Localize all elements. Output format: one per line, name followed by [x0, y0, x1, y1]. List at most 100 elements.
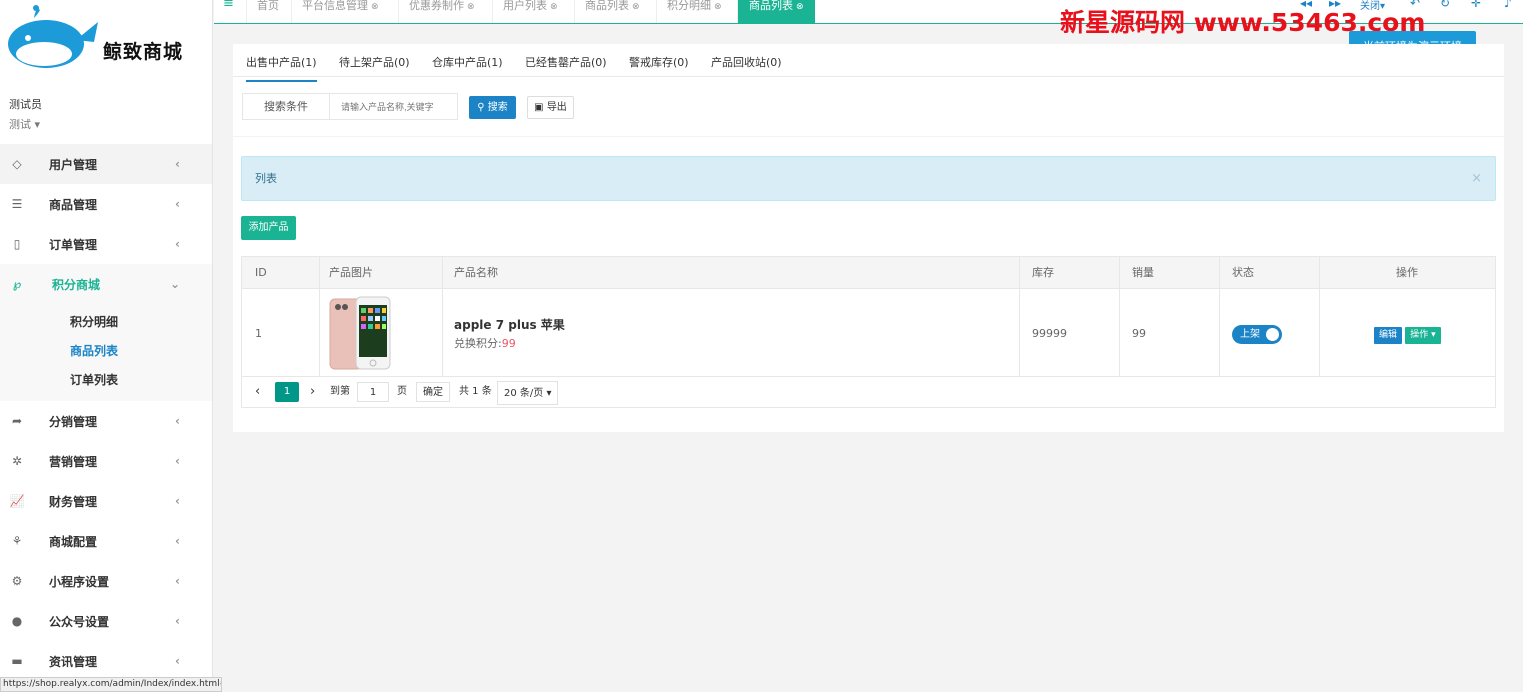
- chevron-left-icon: ‹: [175, 534, 180, 548]
- sidebar-item-points-mall[interactable]: ℘ 积分商城 ⌄: [0, 264, 212, 304]
- sidebar-item-news[interactable]: ▬ 资讯管理 ‹: [0, 641, 212, 681]
- caret-down-icon: ▾: [1428, 330, 1436, 340]
- wechat-icon: ●: [11, 614, 23, 628]
- close-icon[interactable]: ⊗: [550, 2, 558, 12]
- toggle-knob: [1266, 328, 1279, 341]
- logo[interactable]: 鲸致商城: [6, 4, 206, 70]
- product-status-tabs: 出售中产品(1) 待上架产品(0) 仓库中产品(1) 已经售罄产品(0) 警戒库…: [233, 44, 1504, 82]
- refresh-icon[interactable]: ↻: [1440, 0, 1450, 10]
- page-jump-input[interactable]: 1: [357, 382, 389, 402]
- tab-home[interactable]: 首页: [246, 0, 289, 23]
- edit-button[interactable]: 编辑: [1374, 327, 1402, 344]
- product-table: ID 产品图片 产品名称 库存 销量 状态 操作 1 apple 7 plus …: [241, 256, 1496, 377]
- tab-points-detail[interactable]: 积分明细 ⊗: [656, 0, 732, 23]
- export-button[interactable]: ▣ 导出: [527, 96, 574, 119]
- add-product-button[interactable]: 添加产品: [241, 216, 296, 240]
- sidebar-item-finance[interactable]: 📈 财务管理 ‹: [0, 481, 212, 521]
- col-divider: [442, 257, 443, 377]
- chevron-left-icon: ‹: [175, 494, 180, 508]
- user-role-dropdown[interactable]: 测试 ▾: [9, 116, 42, 132]
- tab-sold-out[interactable]: 已经售罄产品(0): [525, 54, 607, 70]
- sidebar-item-products[interactable]: ☰ 商品管理 ‹: [0, 184, 212, 224]
- total-count: 共 1 条: [459, 386, 492, 397]
- share-icon: ➦: [11, 414, 23, 428]
- product-image[interactable]: [329, 295, 392, 371]
- next-page-icon[interactable]: ›: [310, 382, 315, 402]
- header-sales: 销量: [1132, 257, 1154, 289]
- list-alert: 列表 ×: [241, 156, 1496, 201]
- col-divider: [1019, 257, 1020, 377]
- tab-user-list[interactable]: 用户列表 ⊗: [492, 0, 568, 23]
- cell-stock: 99999: [1032, 326, 1067, 340]
- whale-logo-icon: [8, 5, 98, 68]
- pagination: ‹ 1 › 到第 1 页 确定 共 1 条 20 条/页 ▾: [241, 377, 1496, 408]
- caret-down-icon: ▾: [543, 388, 552, 399]
- tab-low-stock[interactable]: 警戒库存(0): [629, 54, 689, 70]
- save-icon: ▣: [534, 102, 547, 113]
- per-page-select[interactable]: 20 条/页 ▾: [497, 381, 558, 405]
- table-header-bg: [242, 257, 1495, 289]
- page-unit: 页: [397, 386, 407, 397]
- sidebar-item-orders[interactable]: ▯ 订单管理 ‹: [0, 224, 212, 264]
- sidebar-subitem-product-list[interactable]: 商品列表: [0, 337, 212, 366]
- chevron-left-icon: ‹: [175, 614, 180, 628]
- header-image: 产品图片: [329, 257, 373, 289]
- tab-on-sale[interactable]: 出售中产品(1): [246, 54, 317, 82]
- search-input[interactable]: [331, 94, 457, 119]
- menu-toggle-icon[interactable]: ≡: [223, 0, 234, 11]
- search-icon: ⚲: [477, 102, 488, 113]
- page-current[interactable]: 1: [275, 382, 299, 402]
- tab-product-list-active[interactable]: 商品列表 ⊗: [737, 0, 815, 23]
- search-group: 搜索条件: [242, 93, 458, 120]
- sidebar-item-wechat[interactable]: ● 公众号设置 ‹: [0, 601, 212, 641]
- product-name: apple 7 plus 苹果: [454, 317, 565, 332]
- close-icon[interactable]: ⊗: [796, 2, 804, 12]
- header-stock: 库存: [1032, 257, 1054, 289]
- tab-product-list[interactable]: 商品列表 ⊗: [574, 0, 650, 23]
- col-divider: [1219, 257, 1220, 377]
- close-icon[interactable]: ⊗: [632, 2, 640, 12]
- prev-page-icon[interactable]: ‹: [255, 382, 260, 402]
- logo-text: 鲸致商城: [103, 41, 184, 63]
- sidebar-menu: ◇ 用户管理 ‹ ☰ 商品管理 ‹ ▯ 订单管理 ‹ ℘ 积分商城 ⌄ 积分明细…: [0, 144, 212, 681]
- fullscreen-icon[interactable]: ✛: [1471, 0, 1481, 10]
- chevron-left-icon: ‹: [175, 574, 180, 588]
- leaf-icon: ⚘: [11, 534, 23, 548]
- browser-status-url: https://shop.realyx.com/admin/Index/inde…: [0, 677, 222, 692]
- tab-coupon[interactable]: 优惠券制作 ⊗: [398, 0, 485, 23]
- page-confirm-button[interactable]: 确定: [416, 382, 450, 402]
- tab-platform-info[interactable]: 平台信息管理 ⊗: [291, 0, 389, 23]
- search-button[interactable]: ⚲ 搜索: [469, 96, 516, 119]
- tab-warehouse[interactable]: 仓库中产品(1): [432, 54, 503, 70]
- sidebar-item-mall-config[interactable]: ⚘ 商城配置 ‹: [0, 521, 212, 561]
- action-dropdown-button[interactable]: 操作 ▾: [1405, 327, 1441, 344]
- asterisk-icon: ✲: [11, 454, 23, 468]
- chart-icon: 📈: [9, 494, 25, 508]
- close-icon[interactable]: ⊗: [467, 2, 475, 12]
- diamond-icon: ◇: [12, 157, 22, 171]
- header-name: 产品名称: [454, 257, 498, 289]
- chevron-left-icon: ‹: [175, 157, 180, 171]
- alert-close-button[interactable]: ×: [1471, 157, 1482, 200]
- sidebar-item-marketing[interactable]: ✲ 营销管理 ‹: [0, 441, 212, 481]
- bell-icon[interactable]: ♪: [1504, 0, 1512, 10]
- cell-sales: 99: [1132, 326, 1146, 340]
- product-panel: 出售中产品(1) 待上架产品(0) 仓库中产品(1) 已经售罄产品(0) 警戒库…: [233, 44, 1504, 432]
- sidebar-subitem-order-list[interactable]: 订单列表: [0, 366, 212, 395]
- close-icon[interactable]: ⊗: [371, 2, 379, 12]
- col-divider: [319, 257, 320, 377]
- sidebar-item-distribution[interactable]: ➦ 分销管理 ‹: [0, 401, 212, 441]
- col-divider: [1119, 257, 1120, 377]
- status-toggle[interactable]: 上架: [1232, 325, 1282, 344]
- sidebar-subitem-points-detail[interactable]: 积分明细: [0, 308, 212, 337]
- sidebar-item-users[interactable]: ◇ 用户管理 ‹: [0, 144, 212, 184]
- product-points: 兑换积分:99: [454, 336, 516, 350]
- divider: [233, 136, 1504, 137]
- user-profile[interactable]: 测试员 测试 ▾: [9, 96, 42, 132]
- tab-pending[interactable]: 待上架产品(0): [339, 54, 410, 70]
- sidebar-item-miniprogram[interactable]: ⚙ 小程序设置 ‹: [0, 561, 212, 601]
- cell-id: 1: [255, 326, 262, 340]
- user-name: 测试员: [9, 98, 42, 111]
- tab-recycle-bin[interactable]: 产品回收站(0): [711, 54, 782, 70]
- close-icon[interactable]: ⊗: [714, 2, 722, 12]
